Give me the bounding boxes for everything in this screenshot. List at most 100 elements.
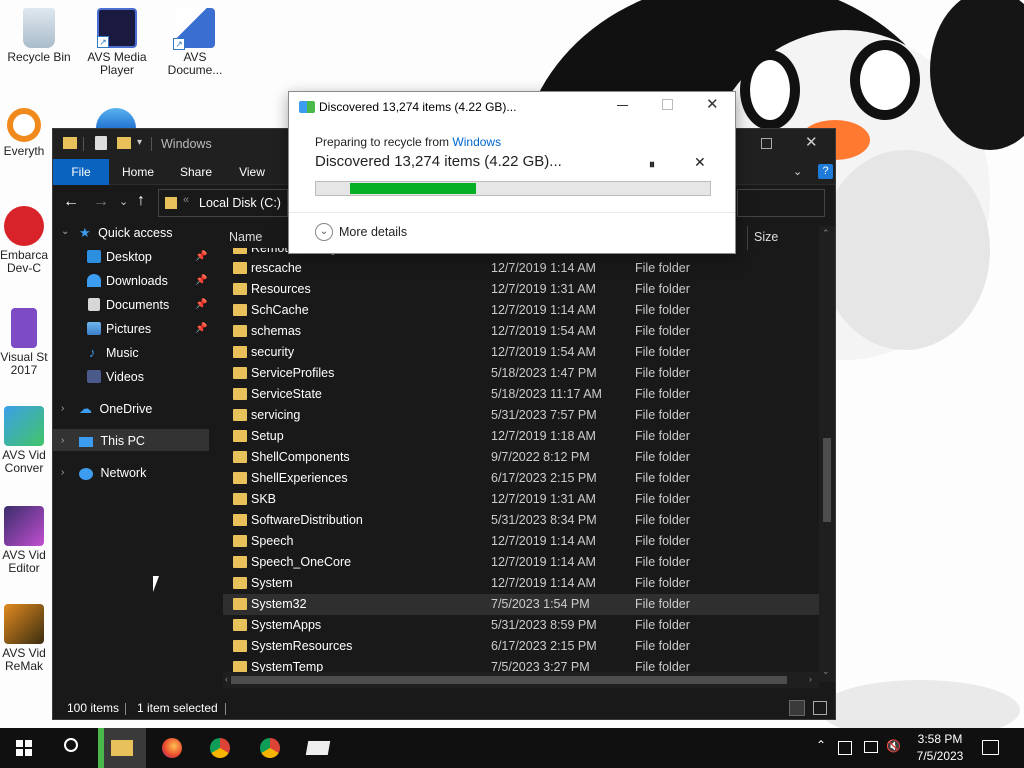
taskbar-file-explorer[interactable] [98,728,146,768]
back-arrow-icon[interactable]: ← [63,193,79,211]
nav-this-pc[interactable]: This PC [79,430,145,452]
nav-onedrive[interactable]: ☁ OneDrive [79,398,152,420]
table-row[interactable]: servicing 5/31/2023 7:57 PM File folder [223,405,819,426]
nav-videos[interactable]: Videos [87,366,209,388]
help-icon[interactable]: ? [818,164,833,179]
nav-documents[interactable]: Documents 📌 [87,294,209,316]
table-row[interactable]: ShellExperiences 6/17/2023 2:15 PM File fo… [223,468,819,489]
file-type: File folder [635,303,690,317]
taskbar-chrome-profile[interactable] [246,728,294,768]
ribbon-expand-chevron-icon[interactable]: ⌄ [793,165,802,178]
expand-arrow-icon[interactable]: › [61,435,64,446]
table-row[interactable]: Speech_OneCore 12/7/2019 1:14 AM File fold… [223,552,819,573]
tab-share[interactable]: Share [173,159,219,185]
horizontal-scrollbar-thumb[interactable] [231,676,787,684]
close-icon[interactable]: ✕ [706,95,719,113]
forward-arrow-icon[interactable]: → [93,193,109,211]
recycle-progress-dialog[interactable]: Discovered 13,274 items (4.22 GB)... ✕ P… [288,91,736,254]
breadcrumb-overflow[interactable]: « [183,194,189,206]
table-row[interactable]: System32 7/5/2023 1:54 PM File folder [223,594,819,615]
taskbar-firefox[interactable] [148,728,196,768]
address-bar[interactable]: « Local Disk (C:) [158,189,288,217]
search-box[interactable] [737,189,825,217]
notifications-icon[interactable] [982,740,999,755]
pin-icon[interactable]: 📌 [195,270,207,292]
taskbar-chrome[interactable] [196,728,244,768]
folder-icon [233,598,247,610]
column-header-name[interactable]: Name [229,230,262,244]
file-type: File folder [635,471,690,485]
tab-home[interactable]: Home [115,159,161,185]
pin-icon[interactable]: 📌 [195,294,207,316]
recent-locations-chevron-icon[interactable]: ⌄ [119,195,128,208]
scrollbar-thumb[interactable] [823,438,831,522]
maximize-icon[interactable] [761,138,772,149]
table-row[interactable]: Resources 12/7/2019 1:31 AM File folder [223,279,819,300]
table-row[interactable]: rescache 12/7/2019 1:14 AM File folder [223,258,819,279]
column-header-size[interactable]: Size [754,230,778,244]
table-row[interactable]: SystemResources 6/17/2023 2:15 PM File fol… [223,636,819,657]
large-icons-view-icon[interactable] [813,701,827,715]
breadcrumb-local-disk[interactable]: Local Disk (C:) [199,196,281,210]
show-hidden-icons-chevron[interactable]: ⌃ [816,738,826,752]
close-icon[interactable]: ✕ [805,133,818,151]
table-row[interactable]: System 12/7/2019 1:14 AM File folder [223,573,819,594]
start-button[interactable] [0,728,48,768]
minimize-icon[interactable] [617,105,628,106]
file-type: File folder [635,408,690,422]
horizontal-scrollbar[interactable]: ‹ › [223,672,819,688]
divider [225,703,226,715]
details-view-icon[interactable] [789,700,805,716]
scroll-left-icon[interactable]: ‹ [225,674,228,684]
table-row[interactable]: Setup 12/7/2019 1:18 AM File folder [223,426,819,447]
table-row[interactable]: SchCache 12/7/2019 1:14 AM File folder [223,300,819,321]
volume-muted-icon[interactable]: 🔇 [886,739,901,753]
folder-icon [233,304,247,316]
table-row[interactable]: ServiceProfiles 5/18/2023 1:47 PM File fol… [223,363,819,384]
up-arrow-icon[interactable]: ↑ [137,192,145,210]
pin-icon[interactable]: 📌 [195,318,207,340]
cancel-x-icon[interactable]: ✕ [694,154,706,171]
tray-app-icon[interactable] [838,741,852,755]
vertical-scrollbar[interactable]: ⌃ ⌄ [819,226,835,682]
nav-desktop[interactable]: Desktop 📌 [87,246,209,268]
table-row[interactable]: ServiceState 5/18/2023 11:17 AM File folde… [223,384,819,405]
table-row[interactable]: SoftwareDistribution 5/31/2023 8:34 PM Fil… [223,510,819,531]
nav-music[interactable]: ♪ Music [87,342,209,364]
expand-chevron-icon[interactable]: ⌄ [61,226,69,237]
table-row[interactable]: SystemApps 5/31/2023 8:59 PM File folder [223,615,819,636]
taskbar: ⌃ 🔇 3:58 PM 7/5/2023 [0,728,1024,768]
file-type: File folder [635,618,690,632]
scroll-up-icon[interactable]: ⌃ [822,228,830,239]
scroll-right-icon[interactable]: › [809,674,812,684]
expand-arrow-icon[interactable]: › [61,403,64,414]
desktop-icon-recycle-bin[interactable]: Recycle Bin [1,8,77,64]
table-row[interactable]: ShellComponents 9/7/2022 8:12 PM File fold… [223,447,819,468]
nav-downloads[interactable]: Downloads 📌 [87,270,209,292]
tab-file[interactable]: File [53,159,109,185]
network-wired-icon[interactable] [864,741,878,753]
pause-icon[interactable]: ⏸ [649,157,655,172]
nav-network[interactable]: Network [79,462,146,484]
table-row[interactable]: security 12/7/2019 1:54 AM File folder [223,342,819,363]
search-button[interactable] [48,728,96,768]
source-folder-link[interactable]: Windows [452,135,501,149]
expand-arrow-icon[interactable]: › [61,467,64,478]
desktop-icon-avs-document[interactable]: ↗ AVS Docume... [157,8,233,77]
nav-quick-access[interactable]: ★ Quick access [79,222,172,244]
table-row[interactable]: Speech 12/7/2019 1:14 AM File folder [223,531,819,552]
file-type: File folder [635,492,690,506]
desktop-icon-avs-media-player[interactable]: ↗ AVS Media Player [79,8,155,77]
more-details-toggle[interactable]: ⌄ More details [315,223,407,241]
pin-icon[interactable]: 📌 [195,246,207,268]
clock[interactable]: 3:58 PM 7/5/2023 [910,731,970,765]
taskbar-app[interactable] [294,728,342,768]
nav-pictures[interactable]: Pictures 📌 [87,318,209,340]
scroll-down-icon[interactable]: ⌄ [822,666,830,677]
properties-icon[interactable] [95,136,107,150]
table-row[interactable]: schemas 12/7/2019 1:54 AM File folder [223,321,819,342]
customize-toolbar-icon[interactable]: ▾ [137,137,142,148]
tab-view[interactable]: View [229,159,275,185]
table-row[interactable]: SKB 12/7/2019 1:31 AM File folder [223,489,819,510]
new-folder-icon[interactable] [117,137,131,149]
